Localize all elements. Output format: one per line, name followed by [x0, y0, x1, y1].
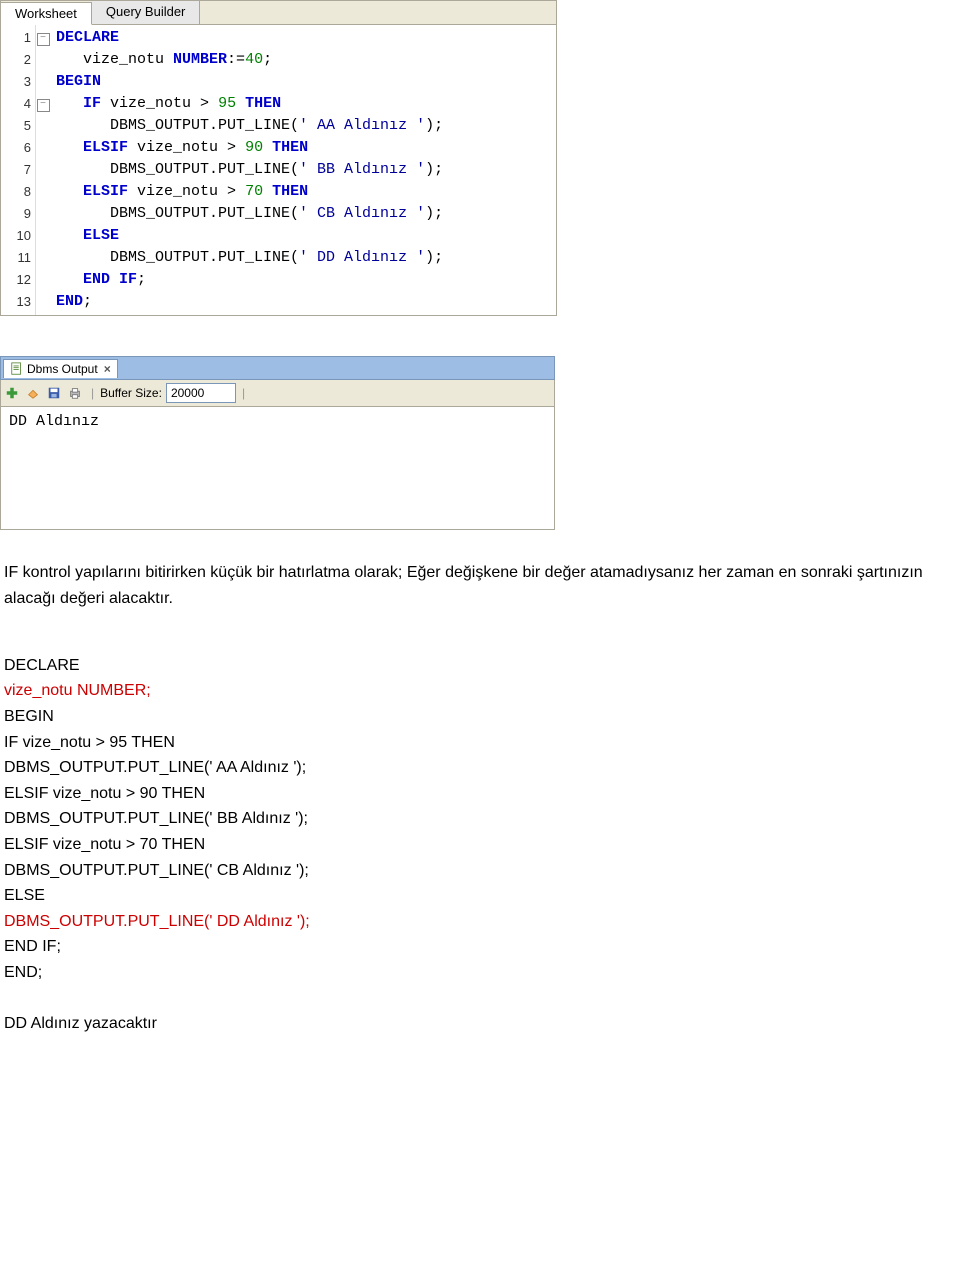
code-line: IF vize_notu > 95 THEN — [4, 730, 924, 756]
footer-line: DD Aldınız yazacaktır — [4, 1011, 924, 1037]
code-line: ELSIF vize_notu > 90 THEN — [4, 781, 924, 807]
fold-toggle[interactable]: − — [37, 99, 50, 112]
code-line: ELSIF vize_notu > 70 THEN — [4, 832, 924, 858]
paragraph: IF kontrol yapılarını bitirirken küçük b… — [4, 560, 924, 611]
code-line: DBMS_OUTPUT.PUT_LINE(' BB Aldınız '); — [4, 806, 924, 832]
code-line: BEGIN — [4, 704, 924, 730]
dbms-output-panel: Dbms Output × | Buffer Size: | DD Aldını… — [0, 356, 555, 530]
worksheet-tabs: Worksheet Query Builder — [1, 1, 556, 25]
code-line: END IF; — [4, 934, 924, 960]
buffer-size-input[interactable] — [166, 383, 236, 403]
output-toolbar: | Buffer Size: | — [0, 380, 555, 407]
output-tabstrip: Dbms Output × — [0, 356, 555, 380]
print-icon[interactable] — [68, 386, 82, 400]
code-editor[interactable]: 12345678910111213 −− DECLARE vize_notu N… — [1, 25, 556, 315]
code-line-highlight: vize_notu NUMBER; — [4, 678, 924, 704]
page-icon — [10, 362, 24, 376]
fold-column: −− — [36, 25, 50, 315]
buffer-size-label: Buffer Size: — [100, 386, 162, 400]
save-icon[interactable] — [47, 386, 61, 400]
line-gutter: 12345678910111213 — [1, 25, 36, 315]
eraser-icon[interactable] — [26, 386, 40, 400]
fold-toggle[interactable]: − — [37, 33, 50, 46]
separator: | — [240, 386, 247, 400]
code-body[interactable]: DECLARE vize_notu NUMBER:=40;BEGIN IF vi… — [50, 25, 449, 315]
worksheet-panel: Worksheet Query Builder 1234567891011121… — [0, 0, 557, 316]
code-line: DBMS_OUTPUT.PUT_LINE(' AA Aldınız '); — [4, 755, 924, 781]
separator: | — [89, 386, 96, 400]
tab-dbms-output[interactable]: Dbms Output × — [3, 359, 118, 378]
code-line: ELSE — [4, 883, 924, 909]
tab-query-builder[interactable]: Query Builder — [92, 1, 200, 24]
tab-worksheet[interactable]: Worksheet — [1, 2, 92, 25]
code-line: END; — [4, 960, 924, 986]
output-text: DD Aldınız — [0, 407, 555, 530]
code-line: DECLARE — [4, 653, 924, 679]
article-body: IF kontrol yapılarını bitirirken küçük b… — [0, 560, 928, 1037]
code-line: DBMS_OUTPUT.PUT_LINE(' CB Aldınız '); — [4, 858, 924, 884]
code-line-highlight: DBMS_OUTPUT.PUT_LINE(' DD Aldınız '); — [4, 909, 924, 935]
tab-dbms-output-label: Dbms Output — [27, 362, 98, 376]
close-icon[interactable]: × — [104, 362, 111, 376]
plus-icon[interactable] — [5, 386, 19, 400]
